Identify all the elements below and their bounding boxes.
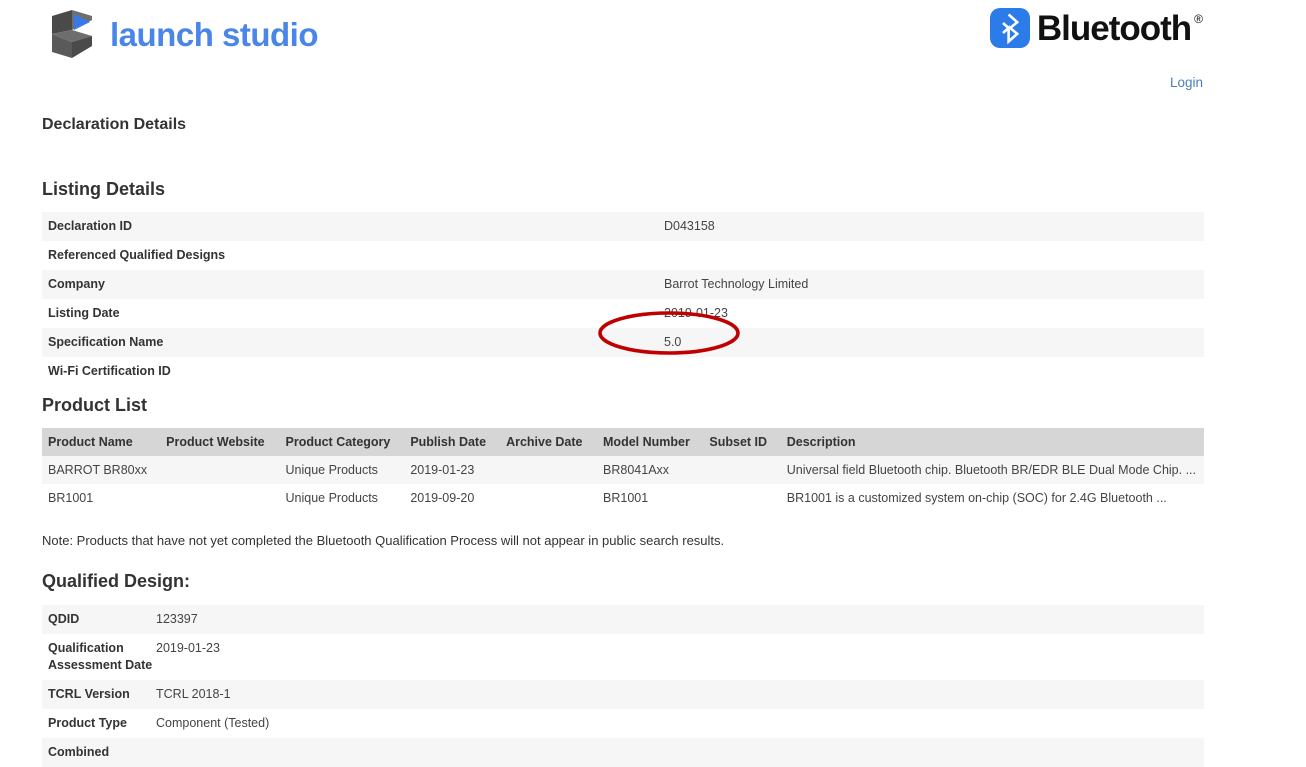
table-header-row: Product Name Product Website Product Cat… — [42, 428, 1204, 456]
cell-subset-id — [703, 456, 780, 484]
cell-description: Universal field Bluetooth chip. Bluetoot… — [786, 463, 1196, 477]
cell-description: BR1001 is a customized system on-chip (S… — [786, 491, 1167, 505]
cell-publish-date: 2019-01-23 — [410, 463, 475, 477]
cell-product-name: BARROT BR80xx — [48, 463, 148, 477]
column-header-archive-date[interactable]: Archive Date — [500, 428, 598, 456]
cell-publish-date: 2019-09-20 — [410, 491, 475, 505]
login-area: Login — [1170, 74, 1203, 92]
row-value: Component (Tested) — [156, 716, 270, 730]
column-header-product-category[interactable]: Product Category — [279, 428, 405, 456]
cell-product-name: BR1001 — [48, 491, 94, 505]
column-header-product-website[interactable]: Product Website — [160, 428, 280, 456]
cell-product-website — [160, 456, 279, 484]
qualified-design-heading: Qualified Design: — [42, 571, 191, 591]
column-header-publish-date[interactable]: Publish Date — [404, 428, 501, 456]
table-row: Specification Name 5.0 — [42, 328, 1204, 357]
cell-subset-id — [703, 484, 780, 512]
table-row: QDID 123397 — [42, 605, 1204, 634]
qualification-note: Note: Products that have not yet complet… — [42, 533, 725, 548]
row-value: TCRL 2018-1 — [156, 687, 231, 701]
listing-details-table: Declaration ID D043158 Referenced Qualif… — [42, 212, 1204, 386]
row-label: Combined — [48, 745, 110, 759]
row-label: Referenced Qualified Designs — [48, 248, 226, 262]
column-header-product-name[interactable]: Product Name — [42, 428, 161, 456]
login-link[interactable]: Login — [1170, 75, 1203, 90]
row-label: TCRL Version — [48, 687, 130, 701]
row-value — [658, 241, 1204, 270]
bluetooth-wordmark: Bluetooth — [1036, 8, 1192, 48]
row-value: D043158 — [664, 219, 715, 233]
table-row: TCRL Version TCRL 2018-1 — [42, 680, 1204, 709]
row-value: 2019-01-23 — [664, 306, 728, 320]
table-row: Wi-Fi Certification ID — [42, 357, 1204, 386]
table-row: BARROT BR80xx Unique Products 2019-01-23… — [42, 456, 1204, 484]
column-header-subset-id[interactable]: Subset ID — [703, 428, 781, 456]
table-row: Listing Date 2019-01-23 — [42, 299, 1204, 328]
cell-product-website — [160, 484, 279, 512]
cell-model-number: BR8041Axx — [603, 463, 670, 477]
page-title: Declaration Details — [42, 116, 187, 133]
row-value — [154, 738, 1204, 767]
table-row: Combined — [42, 738, 1204, 767]
bluetooth-logo: Bluetooth ® — [989, 8, 1203, 48]
qualified-design-table: QDID 123397 Qualification Assessment Dat… — [42, 605, 1204, 767]
cell-product-category: Unique Products — [285, 463, 378, 477]
table-row: Product Type Component (Tested) — [42, 709, 1204, 738]
row-label: Specification Name — [48, 335, 164, 349]
table-row: BR1001 Unique Products 2019-09-20 BR1001… — [42, 484, 1204, 512]
table-row: Declaration ID D043158 — [42, 212, 1204, 241]
product-list-heading: Product List — [42, 395, 148, 415]
cell-product-category: Unique Products — [285, 491, 378, 505]
row-label: Qualification Assessment Date — [48, 641, 153, 672]
row-label: QDID — [48, 612, 80, 626]
cell-archive-date — [500, 484, 597, 512]
row-label: Product Type — [48, 716, 127, 730]
column-header-description[interactable]: Description — [780, 428, 1204, 456]
row-value: 2019-01-23 — [156, 641, 220, 655]
cell-archive-date — [500, 456, 597, 484]
table-row: Company Barrot Technology Limited — [42, 270, 1204, 299]
page-header: launch studio Bluetooth ® Login — [0, 0, 1306, 90]
cell-model-number: BR1001 — [603, 491, 649, 505]
row-value: Barrot Technology Limited — [664, 277, 809, 291]
launch-studio-logo[interactable]: launch studio — [44, 6, 319, 62]
row-label: Listing Date — [48, 306, 120, 320]
row-label: Company — [48, 277, 105, 291]
launch-studio-cube-icon — [52, 10, 92, 58]
row-label: Wi-Fi Certification ID — [48, 364, 171, 378]
listing-details-heading: Listing Details — [42, 179, 166, 199]
registered-trademark-icon: ® — [1194, 12, 1203, 26]
product-list-table: Product Name Product Website Product Cat… — [42, 428, 1204, 512]
row-value — [658, 357, 1204, 386]
launch-studio-wordmark: launch studio — [110, 15, 319, 53]
row-value-specification-name: 5.0 — [664, 335, 682, 349]
row-value: 123397 — [156, 612, 198, 626]
table-row: Referenced Qualified Designs — [42, 241, 1204, 270]
table-row: Qualification Assessment Date 2019-01-23 — [42, 634, 1204, 680]
bluetooth-badge-icon — [989, 8, 1030, 48]
row-label: Declaration ID — [48, 219, 133, 233]
column-header-model-number[interactable]: Model Number — [597, 428, 704, 456]
